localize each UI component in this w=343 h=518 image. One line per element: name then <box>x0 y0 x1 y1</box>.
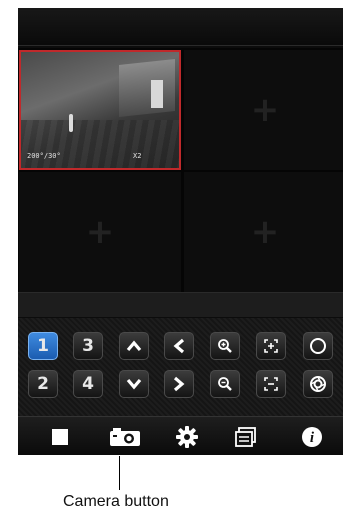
channel-1-button[interactable]: 1 <box>28 332 58 360</box>
camera-cell-2[interactable]: + <box>184 50 343 170</box>
focus-in-icon <box>264 339 278 353</box>
channel-3-button[interactable]: 3 <box>73 332 103 360</box>
camera-cell-1[interactable]: 200°/30° X2 <box>19 50 181 170</box>
zoom-in-icon <box>218 339 232 353</box>
feed-osd-zoom: X2 <box>133 152 142 160</box>
camera-button[interactable] <box>107 425 143 449</box>
callout-line <box>119 456 120 490</box>
top-bar <box>18 8 343 46</box>
bottom-toolbar: i <box>18 416 343 455</box>
focus-out-button[interactable] <box>256 370 286 398</box>
pan-up-button[interactable] <box>119 332 149 360</box>
top-gap <box>18 0 343 8</box>
grid-scrollbar[interactable] <box>18 292 343 317</box>
zoom-out-icon <box>218 377 232 391</box>
pan-left-button[interactable] <box>164 332 194 360</box>
add-camera-icon: + <box>85 212 115 252</box>
switch-view-button[interactable] <box>234 425 258 449</box>
camera-grid: 200°/30° X2 + + + <box>18 48 343 292</box>
control-panel: 1 3 2 4 <box>18 318 343 416</box>
stop-icon <box>52 429 68 445</box>
iris-close-button[interactable] <box>303 370 333 398</box>
camera-cell-4[interactable]: + <box>184 172 343 292</box>
mobile-viewer-app: 200°/30° X2 + + + 1 3 2 4 i <box>18 0 343 455</box>
info-icon: i <box>302 427 322 447</box>
camera-icon <box>110 428 140 446</box>
chevron-up-icon <box>126 340 142 352</box>
focus-out-icon <box>264 377 278 391</box>
iris-open-button[interactable] <box>303 332 333 360</box>
chevron-down-icon <box>126 378 142 390</box>
pan-down-button[interactable] <box>119 370 149 398</box>
zoom-in-button[interactable] <box>210 332 240 360</box>
focus-in-button[interactable] <box>256 332 286 360</box>
zoom-out-button[interactable] <box>210 370 240 398</box>
add-camera-icon: + <box>250 212 280 252</box>
stop-button[interactable] <box>48 425 72 449</box>
pan-right-button[interactable] <box>164 370 194 398</box>
iris-open-icon <box>310 338 326 354</box>
chevron-right-icon <box>173 376 185 392</box>
feed-osd-angle: 200°/30° <box>27 152 61 160</box>
add-camera-icon: + <box>250 90 280 130</box>
settings-button[interactable] <box>175 425 199 449</box>
switch-view-icon <box>235 427 256 447</box>
channel-4-button[interactable]: 4 <box>73 370 103 398</box>
info-button[interactable]: i <box>300 425 324 449</box>
callout-label: Camera button <box>63 493 169 510</box>
settings-icon <box>176 426 198 448</box>
camera-feed-image <box>21 52 179 168</box>
chevron-left-icon <box>173 338 185 354</box>
channel-2-button[interactable]: 2 <box>28 370 58 398</box>
camera-cell-3[interactable]: + <box>19 172 181 292</box>
iris-close-icon <box>310 376 326 392</box>
